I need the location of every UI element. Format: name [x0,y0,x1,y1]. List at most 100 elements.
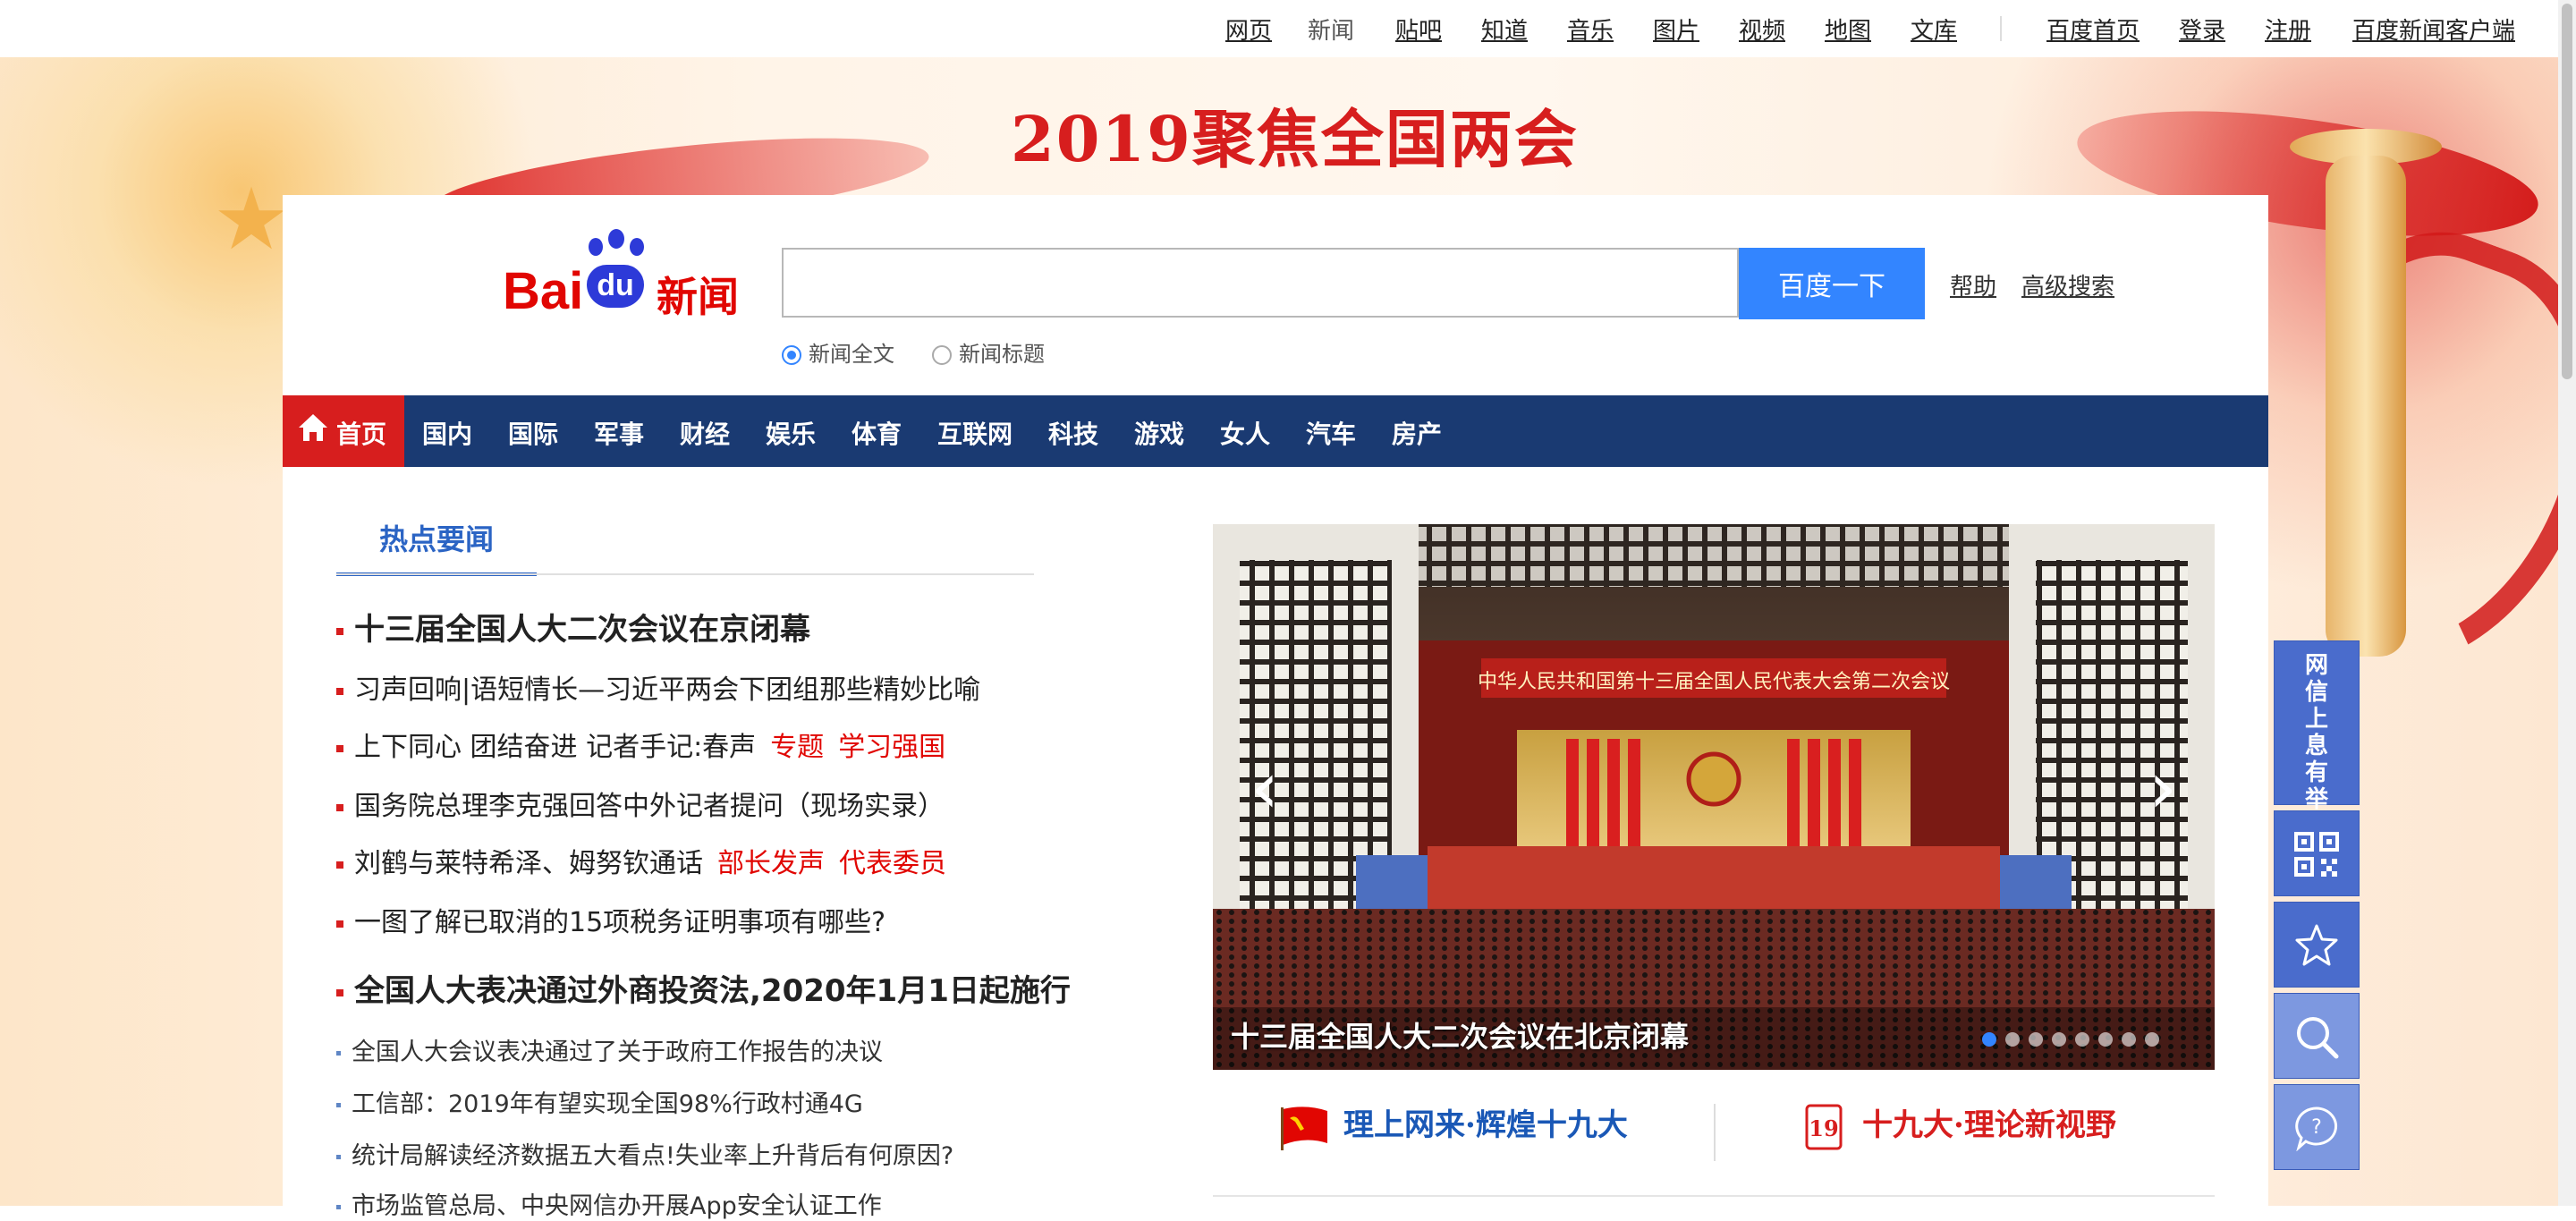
logo-bai-text: Bai [503,262,584,320]
news-headline-text: 十三届全国人大二次会议在京闭幕 [354,612,810,648]
party-flag-icon [1281,1107,1327,1150]
news-subitem-text: 统计局解读经济数据五大看点!失业率上升背后有何原因? [352,1142,954,1170]
slider-dot[interactable] [2029,1032,2043,1047]
news-headline[interactable]: 十三届全国人大二次会议在京闭幕 [336,605,810,649]
promo-right-text: 十九大·理论新视野 [1862,1107,2116,1143]
advanced-search-link[interactable]: 高级搜索 [2021,268,2114,301]
channel-auto[interactable]: 汽车 [1306,415,1356,451]
channel-home[interactable]: 首页 [283,395,404,467]
news-item[interactable]: 一图了解已取消的15项税务证明事项有哪些? [336,900,886,939]
bullet-icon [336,687,343,695]
channel-women[interactable]: 女人 [1220,415,1270,451]
home-icon [299,414,327,441]
news-item-text[interactable]: 刘鹤与莱特希泽、姆努钦通话 [354,848,703,879]
topnav-link-register[interactable]: 注册 [2265,13,2311,46]
nineteen-badge-icon: 19 [1805,1104,1843,1150]
topnav-link-baidu-home[interactable]: 百度首页 [2046,13,2140,46]
slide-caption[interactable]: 十三届全国人大二次会议在北京闭幕 [1231,1014,1689,1056]
search-button[interactable]: 百度一下 [1739,248,1925,319]
scrollbar-thumb[interactable] [2562,4,2572,379]
news-subitem[interactable]: 统计局解读经济数据五大看点!失业率上升背后有何原因? [336,1136,953,1171]
slider-dot[interactable] [2052,1032,2066,1047]
slider-dot[interactable] [1982,1032,1996,1047]
topnav-link-music[interactable]: 音乐 [1567,13,1614,46]
topnav-link-login[interactable]: 登录 [2179,13,2225,46]
slider-dot[interactable] [2122,1032,2136,1047]
channel-home-label: 首页 [336,420,387,449]
slider-prev-icon[interactable]: ‹ [1247,748,1283,828]
bullet-icon [336,988,343,996]
channel-sports[interactable]: 体育 [852,415,902,451]
nineteen-badge-number: 19 [1809,1115,1838,1141]
promo-link-left[interactable]: 理上网来·辉煌十九大 [1279,1100,1628,1163]
svg-text:?: ? [2311,1116,2322,1139]
search-tool-button[interactable] [2274,993,2360,1079]
channel-military[interactable]: 军事 [594,415,644,451]
star-icon [2295,924,2338,966]
feedback-button[interactable]: ? [2274,1084,2360,1170]
slider-dot[interactable] [2145,1032,2159,1047]
news-item[interactable]: 国务院总理李克强回答中外记者提问（现场实录） [336,784,945,823]
radio-title[interactable]: 新闻标题 [932,336,1045,367]
slider-dot[interactable] [2075,1032,2089,1047]
topnav-link-video[interactable]: 视频 [1739,13,1785,46]
channel-internet[interactable]: 互联网 [937,415,1013,451]
news-item: 刘鹤与莱特希泽、姆努钦通话 部长发声 代表委员 [336,841,946,880]
hall-banner-text: 中华人民共和国第十三届全国人民代表大会第二次会议 [1478,671,1950,693]
logo-news-text: 新闻 [657,273,739,321]
promo-link-right[interactable]: 19 十九大·理论新视野 [1798,1100,2116,1163]
star-emblem-icon: ★ [213,169,291,269]
news-item[interactable]: 习声回响|语短情长—习近平两会下团组那些精妙比喻 [336,667,980,707]
topnav-link-news[interactable]: 新闻 [1308,13,1354,46]
minister-voice-link[interactable]: 部长发声 [717,848,825,879]
radio-fulltext-label: 新闻全文 [809,342,894,367]
topnav-link-web[interactable]: 网页 [1225,13,1272,46]
news-item-text[interactable]: 上下同心 团结奋进 记者手记:春声 [354,732,756,763]
news-subitem-text: 工信部：2019年有望实现全国98%行政村通4G [352,1090,863,1118]
topnav-link-tieba[interactable]: 贴吧 [1395,13,1442,46]
channel-domestic[interactable]: 国内 [422,415,472,451]
qr-code-button[interactable] [2274,810,2360,896]
xuexi-link[interactable]: 学习强国 [838,732,945,763]
channel-house[interactable]: 房产 [1392,415,1442,451]
channel-finance[interactable]: 财经 [680,415,730,451]
baidu-news-logo[interactable]: Bai du 新闻 [503,225,753,321]
photo-slider[interactable]: 中华人民共和国第十三届全国人民代表大会第二次会议 ‹ › 十三届全国人大二次会议… [1213,524,2215,1070]
slider-dot[interactable] [2098,1032,2113,1047]
paw-toe-icon [630,238,644,256]
news-subitem[interactable]: 市场监管总局、中央网信办开展App安全认证工作 [336,1186,882,1221]
news-subitem[interactable]: 工信部：2019年有望实现全国98%行政村通4G [336,1084,863,1119]
bullet-icon [336,1051,341,1056]
bullet-icon [336,1103,341,1107]
banner-title[interactable]: 2019聚焦全国两会 [1011,89,1579,180]
channel-tech[interactable]: 科技 [1048,415,1098,451]
delegates-link[interactable]: 代表委员 [839,848,946,879]
radio-fulltext[interactable]: 新闻全文 [782,336,894,367]
topnav-link-map[interactable]: 地图 [1825,13,1871,46]
news-item-text: 国务院总理李克强回答中外记者提问（现场实录） [354,791,945,822]
news-item-text: 一图了解已取消的15项税务证明事项有哪些? [354,907,886,938]
news-item: 上下同心 团结奋进 记者手记:春声 专题 学习强国 [336,725,945,764]
tab-hot-news[interactable]: 热点要闻 [336,517,537,576]
channel-games[interactable]: 游戏 [1134,415,1184,451]
bullet-icon [336,744,343,752]
qr-code-icon [2294,832,2339,877]
help-link[interactable]: 帮助 [1950,268,1996,301]
topic-link[interactable]: 专题 [770,732,824,763]
news-item-text: 习声回响|语短情长—习近平两会下团组那些精妙比喻 [354,674,981,706]
radio-title-label: 新闻标题 [959,342,1045,367]
favorite-button[interactable] [2274,902,2360,988]
slider-dot[interactable] [2005,1032,2020,1047]
topnav-link-wenku[interactable]: 文库 [1911,13,1957,46]
channel-entertainment[interactable]: 娱乐 [766,415,816,451]
paw-toe-icon [608,229,624,249]
search-input[interactable] [782,248,1739,318]
slider-next-icon[interactable]: › [2145,748,2181,828]
report-harmful-info-button[interactable]: 网信上息有举害报 [2274,640,2360,894]
topnav-link-news-app[interactable]: 百度新闻客户端 [2352,13,2515,46]
channel-international[interactable]: 国际 [508,415,558,451]
news-subitem[interactable]: 全国人大会议表决通过了关于政府工作报告的决议 [336,1032,883,1067]
topnav-link-zhidao[interactable]: 知道 [1481,13,1528,46]
topnav-link-images[interactable]: 图片 [1653,13,1699,46]
news-headline[interactable]: 全国人大表决通过外商投资法,2020年1月1日起施行 [336,966,1071,1010]
